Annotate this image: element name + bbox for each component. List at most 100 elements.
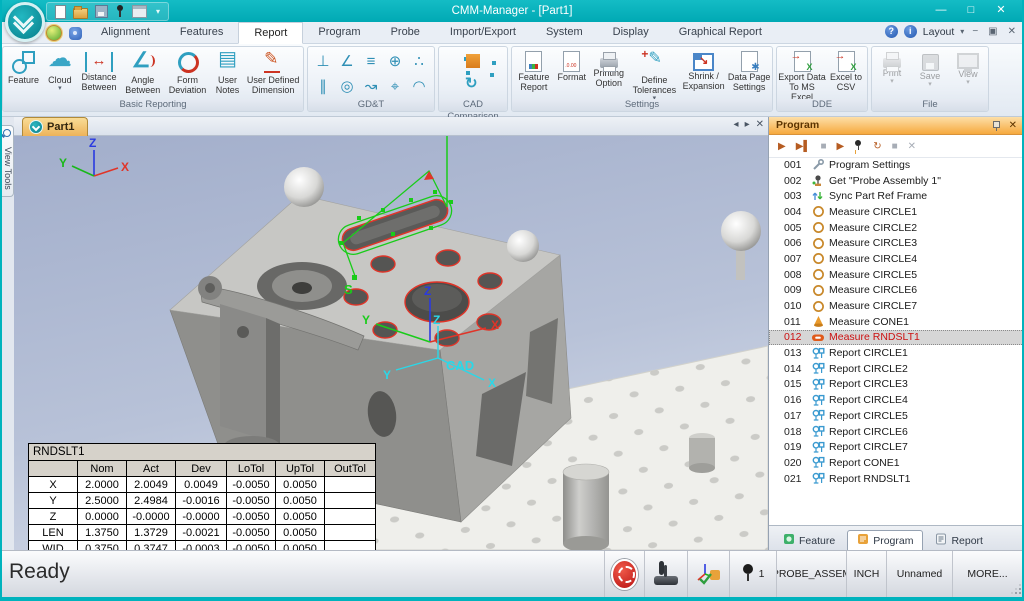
- 3d-viewport[interactable]: S Z X Y: [14, 136, 768, 550]
- program-step[interactable]: 016 Report CIRCLE4: [769, 392, 1024, 408]
- tracker-orb-icon[interactable]: [46, 25, 62, 41]
- ribbon-tab[interactable]: Report: [238, 22, 303, 44]
- program-step[interactable]: 020 Report CONE1: [769, 455, 1024, 471]
- app-logo-icon[interactable]: [5, 2, 45, 42]
- gdt-symbol-button[interactable]: ↝: [359, 74, 383, 99]
- help-icon[interactable]: ?: [885, 25, 898, 38]
- close-button[interactable]: ✕: [986, 0, 1016, 22]
- program-step[interactable]: 018 Report CIRCLE6: [769, 424, 1024, 440]
- program-step[interactable]: 019 Report CIRCLE7: [769, 439, 1024, 455]
- program-step[interactable]: 015 Report CIRCLE3: [769, 377, 1024, 393]
- cloud-button[interactable]: Cloud ▾: [43, 48, 77, 91]
- ribbon-tab[interactable]: Features: [165, 22, 238, 44]
- gdt-symbol-button[interactable]: ⊥: [311, 49, 335, 74]
- info-icon[interactable]: i: [904, 25, 917, 38]
- cad-comparison-button[interactable]: [443, 48, 503, 88]
- define-tolerances-button[interactable]: Define Tolerances ▾: [629, 48, 680, 101]
- gdt-symbol-button[interactable]: ◠: [407, 74, 431, 99]
- part1-tab[interactable]: Part1: [22, 117, 88, 136]
- ribbon-tab[interactable]: Import/Export: [435, 22, 531, 44]
- program-step[interactable]: 002 Get "Probe Assembly 1": [769, 173, 1024, 189]
- resize-grip[interactable]: [1011, 584, 1021, 594]
- user-defined-dimension-button[interactable]: User Defined Dimension: [244, 48, 302, 96]
- excel-to-csv-button[interactable]: Excel to CSV: [826, 48, 866, 93]
- gdt-symbol-button[interactable]: ◎: [335, 74, 359, 99]
- panel-tab[interactable]: Program: [847, 530, 923, 550]
- probe-status-cell[interactable]: 1: [729, 551, 776, 597]
- gdt-symbol-button[interactable]: ⌖: [383, 74, 407, 99]
- data-page-settings-button[interactable]: Data Page Settings: [727, 48, 771, 93]
- program-step[interactable]: 005 Measure CIRCLE2: [769, 220, 1024, 236]
- run-step-button[interactable]: ▶: [837, 141, 845, 152]
- emergency-stop-cell[interactable]: [604, 551, 644, 597]
- ribbon-tab[interactable]: System: [531, 22, 598, 44]
- step-label: Report CIRCLE2: [829, 363, 908, 375]
- user-notes-button[interactable]: User Notes: [211, 48, 245, 96]
- program-step[interactable]: 007 Measure CIRCLE4: [769, 251, 1024, 267]
- program-step[interactable]: 006 Measure CIRCLE3: [769, 235, 1024, 251]
- panel-close-icon[interactable]: ✕: [1009, 117, 1017, 134]
- minimize-button[interactable]: —: [926, 0, 956, 22]
- program-step[interactable]: 021 Report RNDSLT1: [769, 471, 1024, 487]
- ribbon-tab[interactable]: Probe: [376, 22, 435, 44]
- pin-icon[interactable]: [992, 121, 1000, 130]
- format-button[interactable]: Format: [555, 48, 589, 83]
- ribbon-tab[interactable]: Graphical Report: [664, 22, 777, 44]
- gdt-symbol-button[interactable]: ∴: [407, 49, 431, 74]
- program-step[interactable]: 003 Sync Part Ref Frame: [769, 188, 1024, 204]
- print-button[interactable]: Print ▾: [873, 48, 911, 84]
- program-step[interactable]: 009 Measure CIRCLE6: [769, 283, 1024, 299]
- shrink-expansion-button[interactable]: Shrink / Expansion: [680, 48, 727, 92]
- part-name-cell[interactable]: Unnamed: [886, 551, 952, 597]
- units-cell[interactable]: INCH: [846, 551, 886, 597]
- machine-icon[interactable]: [69, 27, 82, 40]
- save-report-button[interactable]: Save ▾: [911, 48, 949, 87]
- run-program-button[interactable]: ▶: [778, 141, 786, 152]
- probe-toolbar-icon[interactable]: [854, 140, 863, 153]
- maximize-button[interactable]: □: [956, 0, 986, 22]
- gdt-symbol-button[interactable]: ⊕: [383, 49, 407, 74]
- gdt-symbol-button[interactable]: ≡: [359, 49, 383, 74]
- program-step[interactable]: 011 Measure CONE1: [769, 314, 1024, 330]
- panel-tab[interactable]: Report: [925, 530, 993, 550]
- program-step[interactable]: 001 Program Settings: [769, 157, 1024, 173]
- cancel-button[interactable]: ✕: [908, 141, 916, 152]
- form-deviation-button[interactable]: Form Deviation: [164, 48, 211, 96]
- doc-close-button[interactable]: ✕: [1006, 26, 1018, 37]
- ribbon-tab[interactable]: Program: [303, 22, 375, 44]
- gdt-symbol-button[interactable]: ∠: [335, 49, 359, 74]
- probe-assembly-cell[interactable]: PROBE_ASSEM: [776, 551, 846, 597]
- layout-menu[interactable]: Layout: [923, 26, 955, 38]
- pause-button[interactable]: ■: [892, 141, 898, 152]
- program-step[interactable]: 010 Measure CIRCLE7: [769, 298, 1024, 314]
- ribbon-tab[interactable]: Display: [598, 22, 664, 44]
- panel-tab[interactable]: Feature: [773, 530, 845, 550]
- run-to-end-button[interactable]: ▶▌: [796, 141, 811, 152]
- stop-button[interactable]: ■: [820, 141, 826, 152]
- tab-scroll-left-icon[interactable]: ◂: [734, 119, 739, 130]
- doc-minimize-button[interactable]: −: [970, 26, 980, 37]
- tab-close-icon[interactable]: ✕: [756, 119, 764, 130]
- doc-restore-button[interactable]: ▣: [986, 26, 999, 37]
- tab-scroll-right-icon[interactable]: ▸: [745, 119, 750, 130]
- ribbon-tab[interactable]: Alignment: [86, 22, 165, 44]
- program-step[interactable]: 017 Report CIRCLE5: [769, 408, 1024, 424]
- export-excel-button[interactable]: Export Data To MS Excel: [778, 48, 826, 103]
- layout-caret-icon[interactable]: ▾: [960, 27, 964, 36]
- refresh-button[interactable]: ↻: [873, 141, 881, 152]
- machine-axes-cell[interactable]: [687, 551, 729, 597]
- program-step[interactable]: 014 Report CIRCLE2: [769, 361, 1024, 377]
- angle-between-button[interactable]: Angle Between: [121, 48, 164, 96]
- joystick-cell[interactable]: [644, 551, 687, 597]
- feature-report-button[interactable]: Feature Report: [513, 48, 555, 93]
- program-step[interactable]: 012 Measure RNDSLT1: [769, 330, 1024, 346]
- feature-button[interactable]: Feature: [4, 48, 43, 86]
- gdt-symbol-button[interactable]: ∥: [311, 74, 335, 99]
- view-button[interactable]: View ▾: [949, 48, 987, 85]
- program-step[interactable]: 004 Measure CIRCLE1: [769, 204, 1024, 220]
- printing-option-button[interactable]: Printing Option: [589, 48, 629, 89]
- program-step[interactable]: 013 Report CIRCLE1: [769, 345, 1024, 361]
- distance-between-button[interactable]: Distance Between: [77, 48, 122, 93]
- program-step[interactable]: 008 Measure CIRCLE5: [769, 267, 1024, 283]
- view-tools-tab[interactable]: View Tools: [0, 125, 14, 197]
